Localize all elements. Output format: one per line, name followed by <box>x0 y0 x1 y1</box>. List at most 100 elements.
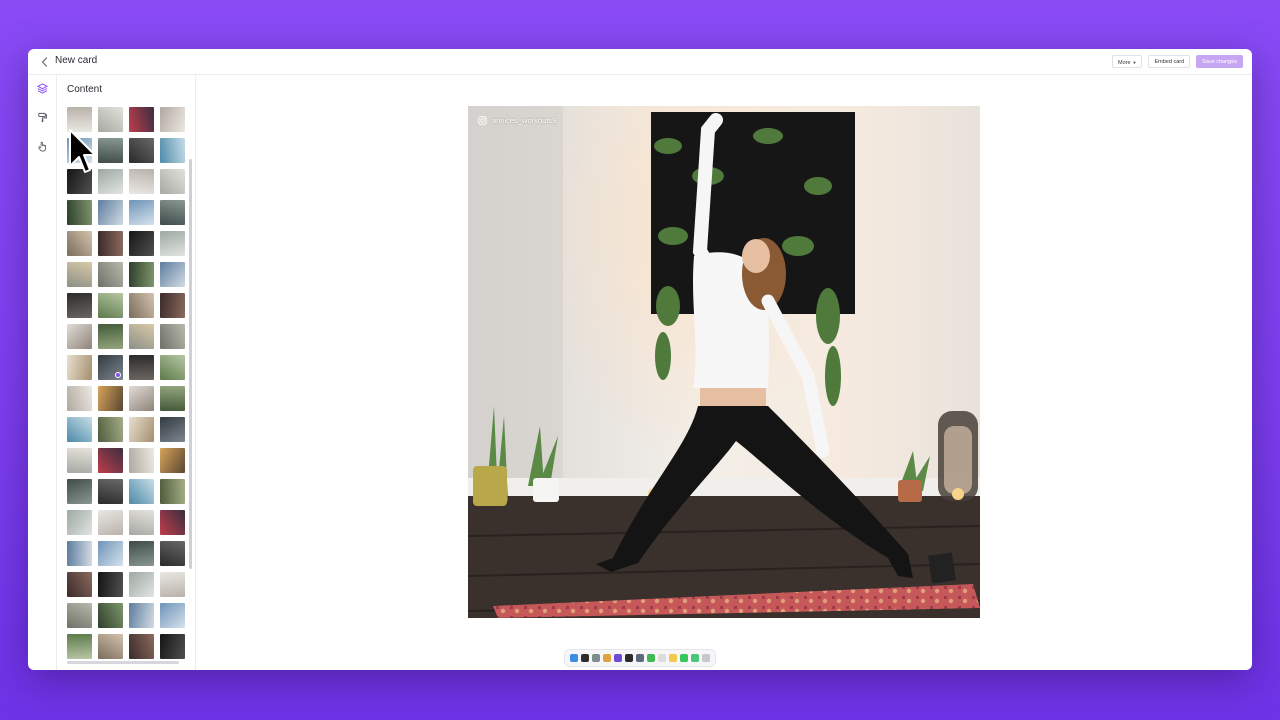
dock-app-icon[interactable] <box>702 654 710 662</box>
content-thumbnail[interactable] <box>129 448 154 473</box>
content-thumbnail[interactable] <box>129 479 154 504</box>
content-thumbnail[interactable] <box>160 293 185 318</box>
chevron-left-icon <box>41 57 47 67</box>
dock-app-icon[interactable] <box>581 654 589 662</box>
dock-app-icon[interactable] <box>658 654 666 662</box>
content-thumbnail[interactable] <box>98 107 123 132</box>
content-thumbnail[interactable] <box>129 169 154 194</box>
content-thumbnail[interactable] <box>67 355 92 380</box>
dock-app-icon[interactable] <box>614 654 622 662</box>
content-thumbnail[interactable] <box>98 479 123 504</box>
content-thumbnail[interactable] <box>67 541 92 566</box>
horizontal-scrollbar[interactable] <box>67 661 179 664</box>
content-thumbnail[interactable] <box>160 107 185 132</box>
content-thumbnail[interactable] <box>129 572 154 597</box>
save-changes-button[interactable]: Save changes <box>1196 55 1243 68</box>
more-button[interactable]: More ▼ <box>1111 55 1143 68</box>
content-thumbnail[interactable] <box>67 324 92 349</box>
style-tab[interactable] <box>36 111 49 124</box>
content-thumbnail[interactable] <box>160 603 185 628</box>
dock-app-icon[interactable] <box>592 654 600 662</box>
content-thumbnail[interactable] <box>129 386 154 411</box>
content-thumbnail[interactable] <box>67 293 92 318</box>
content-thumbnail[interactable] <box>129 603 154 628</box>
card-preview[interactable]: annices_workouts9 <box>468 106 980 618</box>
instagram-icon <box>478 116 487 125</box>
content-thumbnail[interactable] <box>160 386 185 411</box>
content-tab[interactable] <box>36 82 49 95</box>
content-thumbnail[interactable] <box>160 262 185 287</box>
content-thumbnail[interactable] <box>67 262 92 287</box>
content-thumbnail[interactable] <box>160 572 185 597</box>
content-thumbnail[interactable] <box>129 355 154 380</box>
content-thumbnail[interactable] <box>160 324 185 349</box>
content-thumbnail[interactable] <box>98 231 123 256</box>
dock-app-icon[interactable] <box>680 654 688 662</box>
content-thumbnail[interactable] <box>160 138 185 163</box>
content-thumbnail[interactable] <box>98 169 123 194</box>
top-actions: More ▼ Embed card Save changes <box>1111 55 1243 68</box>
content-thumbnail[interactable] <box>67 479 92 504</box>
content-thumbnail[interactable] <box>129 107 154 132</box>
content-thumbnail[interactable] <box>129 541 154 566</box>
content-thumbnail[interactable] <box>160 169 185 194</box>
content-thumbnail[interactable] <box>129 262 154 287</box>
content-thumbnail[interactable] <box>67 510 92 535</box>
back-button[interactable] <box>38 55 50 69</box>
content-thumbnail[interactable] <box>160 200 185 225</box>
content-thumbnail[interactable] <box>129 634 154 659</box>
content-thumbnail[interactable] <box>98 324 123 349</box>
page-title: New card <box>55 55 98 66</box>
content-thumbnail[interactable] <box>129 200 154 225</box>
content-thumbnail[interactable] <box>129 138 154 163</box>
content-thumbnail[interactable] <box>67 603 92 628</box>
content-thumbnail[interactable] <box>160 355 185 380</box>
dock-app-icon[interactable] <box>603 654 611 662</box>
content-thumbnail[interactable] <box>160 479 185 504</box>
content-thumbnail[interactable] <box>67 200 92 225</box>
content-thumbnail[interactable] <box>67 386 92 411</box>
content-thumbnail[interactable] <box>67 634 92 659</box>
content-thumbnail[interactable] <box>160 448 185 473</box>
dock-app-icon[interactable] <box>647 654 655 662</box>
content-thumbnail[interactable] <box>67 448 92 473</box>
content-thumbnail[interactable] <box>129 231 154 256</box>
dock-app-icon[interactable] <box>570 654 578 662</box>
content-thumbnail[interactable] <box>67 572 92 597</box>
content-thumbnail[interactable] <box>98 200 123 225</box>
content-thumbnail[interactable] <box>67 231 92 256</box>
dock-app-icon[interactable] <box>691 654 699 662</box>
interaction-tab[interactable] <box>36 140 49 153</box>
dock-app-icon[interactable] <box>669 654 677 662</box>
vertical-scrollbar[interactable] <box>189 159 192 569</box>
content-thumbnail[interactable] <box>98 386 123 411</box>
content-thumbnail[interactable] <box>129 293 154 318</box>
content-thumbnail[interactable] <box>160 417 185 442</box>
content-thumbnail[interactable] <box>160 541 185 566</box>
content-thumbnail[interactable] <box>98 417 123 442</box>
content-thumbnail[interactable] <box>67 417 92 442</box>
dock-app-icon[interactable] <box>625 654 633 662</box>
caret-down-icon: ▼ <box>1132 60 1137 65</box>
content-thumbnail[interactable] <box>98 293 123 318</box>
content-thumbnail[interactable] <box>160 231 185 256</box>
paint-roller-icon <box>38 112 47 123</box>
content-thumbnail[interactable] <box>160 510 185 535</box>
app-window: New card More▼ Embed card Save changes <box>28 49 1252 670</box>
content-thumbnail[interactable] <box>129 510 154 535</box>
content-thumbnail[interactable] <box>98 541 123 566</box>
content-thumbnail[interactable] <box>98 448 123 473</box>
content-thumbnail[interactable] <box>98 510 123 535</box>
selected-check-icon <box>115 372 121 378</box>
content-thumbnail[interactable] <box>98 138 123 163</box>
content-thumbnail[interactable] <box>98 355 123 380</box>
content-thumbnail[interactable] <box>129 417 154 442</box>
content-thumbnail[interactable] <box>98 634 123 659</box>
content-thumbnail[interactable] <box>98 572 123 597</box>
content-thumbnail[interactable] <box>98 603 123 628</box>
embed-card-button[interactable]: Embed card <box>1148 55 1191 68</box>
content-thumbnail[interactable] <box>98 262 123 287</box>
content-thumbnail[interactable] <box>160 634 185 659</box>
dock-app-icon[interactable] <box>636 654 644 662</box>
content-thumbnail[interactable] <box>129 324 154 349</box>
